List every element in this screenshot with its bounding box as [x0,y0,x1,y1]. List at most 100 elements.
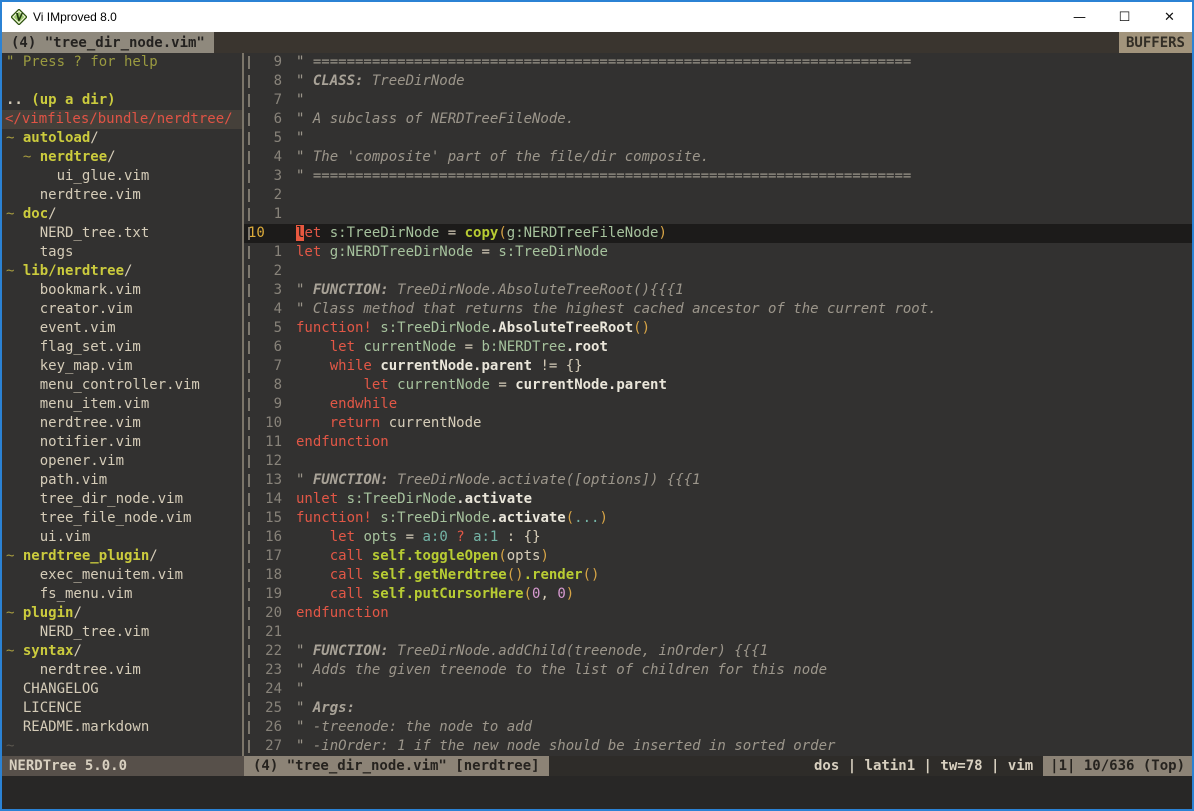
editor-pane: 9" =====================================… [244,53,1192,756]
code-line[interactable]: 5function! s:TreeDirNode.AbsoluteTreeRoo… [244,319,1192,338]
code-text: let g:NERDTreeDirNode = s:TreeDirNode [282,243,608,262]
tree-item-file[interactable]: notifier.vim [2,433,242,452]
code-line[interactable]: 5" [244,129,1192,148]
tree-item-file[interactable]: ui_glue.vim [2,167,242,186]
fold-column-icon [244,303,256,316]
code-line[interactable]: 10 return currentNode [244,414,1192,433]
code-line[interactable]: 11endfunction [244,433,1192,452]
tree-item-file[interactable]: NERD_tree.txt [2,224,242,243]
tree-item-file[interactable]: nerdtree.vim [2,661,242,680]
line-number: 1 [256,243,282,262]
code-line[interactable]: 8 let currentNode = currentNode.parent [244,376,1192,395]
code-line[interactable]: 24" [244,680,1192,699]
close-button[interactable]: ✕ [1147,2,1192,32]
tree-item-dir[interactable]: ~ nerdtree/ [2,148,242,167]
code-line-current[interactable]: 10let s:TreeDirNode = copy(g:NERDTreeFil… [244,224,1192,243]
tree-item-file[interactable]: nerdtree.vim [2,414,242,433]
tree-item-dir[interactable]: ~ nerdtree_plugin/ [2,547,242,566]
code-line[interactable]: 26" -treenode: the node to add [244,718,1192,737]
code-line[interactable]: 12 [244,452,1192,471]
tree-item-file[interactable]: opener.vim [2,452,242,471]
tree-item-file[interactable]: CHANGELOG [2,680,242,699]
code-line[interactable]: 9" =====================================… [244,53,1192,72]
code-line[interactable]: 4" The 'composite' part of the file/dir … [244,148,1192,167]
tree-up-a-dir[interactable]: .. (up a dir) [2,91,242,110]
tree-root-path[interactable]: </vimfiles/bundle/nerdtree/ [2,110,242,129]
tree-item-file[interactable]: creator.vim [2,300,242,319]
code-line[interactable]: 6 let currentNode = b:NERDTree.root [244,338,1192,357]
dir-open-tilde-icon: ~ [6,149,40,165]
code-line[interactable]: 18 call self.getNerdtree().render() [244,566,1192,585]
code-line[interactable]: 20endfunction [244,604,1192,623]
tree-item-file[interactable]: NERD_tree.vim [2,623,242,642]
code-text: let opts = a:0 ? a:1 : {} [282,528,541,547]
dir-open-tilde-icon: ~ [6,263,23,279]
line-number: 20 [256,604,282,623]
code-line[interactable]: 7" [244,91,1192,110]
fold-column-icon [244,94,256,107]
tree-item-file[interactable]: ui.vim [2,528,242,547]
maximize-button[interactable]: ☐ [1102,2,1147,32]
fold-column-icon [244,284,256,297]
line-number: 18 [256,566,282,585]
line-number: 7 [256,357,282,376]
tree-item-dir[interactable]: ~ syntax/ [2,642,242,661]
code-line[interactable]: 1let g:NERDTreeDirNode = s:TreeDirNode [244,243,1192,262]
tree-item-dir[interactable]: ~ lib/nerdtree/ [2,262,242,281]
code-line[interactable]: 23" Adds the given treenode to the list … [244,661,1192,680]
tree-item-file[interactable]: menu_item.vim [2,395,242,414]
tree-item-file[interactable]: fs_menu.vim [2,585,242,604]
fold-column-icon [244,493,256,506]
code-line[interactable]: 16 let opts = a:0 ? a:1 : {} [244,528,1192,547]
buffers-label: BUFFERS [1119,32,1192,53]
code-line[interactable]: 19 call self.putCursorHere(0, 0) [244,585,1192,604]
code-line[interactable]: 7 while currentNode.parent != {} [244,357,1192,376]
tree-item-file[interactable]: exec_menuitem.vim [2,566,242,585]
tree-item-file[interactable]: README.markdown [2,718,242,737]
dir-name: nerdtree_plugin [23,548,149,564]
status-bar: NERDTree 5.0.0 (4) "tree_dir_node.vim" [… [2,756,1192,776]
tree-item-file[interactable]: tags [2,243,242,262]
code-line[interactable]: 22" FUNCTION: TreeDirNode.addChild(treen… [244,642,1192,661]
code-line[interactable]: 3" =====================================… [244,167,1192,186]
code-line[interactable]: 6" A subclass of NERDTreeFileNode. [244,110,1192,129]
code-line[interactable]: 13" FUNCTION: TreeDirNode.activate([opti… [244,471,1192,490]
tree-item-dir[interactable]: ~ plugin/ [2,604,242,623]
tree-item-file[interactable]: tree_dir_node.vim [2,490,242,509]
fold-column-icon [244,341,256,354]
code-line[interactable]: 2 [244,262,1192,281]
code-line[interactable]: 14unlet s:TreeDirNode.activate [244,490,1192,509]
code-text: " FUNCTION: TreeDirNode.addChild(treenod… [282,642,768,661]
code-line[interactable]: 8" CLASS: TreeDirNode [244,72,1192,91]
tree-item-dir[interactable]: ~ autoload/ [2,129,242,148]
code-line[interactable]: 4" Class method that returns the highest… [244,300,1192,319]
code-line[interactable]: 9 endwhile [244,395,1192,414]
tree-item-file[interactable]: menu_controller.vim [2,376,242,395]
fold-column-icon [244,170,256,183]
statusline-fileinfo: dos | latin1 | tw=78 | vim [814,756,1033,776]
tree-item-file[interactable]: tree_file_node.vim [2,509,242,528]
code-line[interactable]: 21 [244,623,1192,642]
code-line[interactable]: 3" FUNCTION: TreeDirNode.AbsoluteTreeRoo… [244,281,1192,300]
code-text: call self.getNerdtree().render() [282,566,599,585]
tree-item-file[interactable]: bookmark.vim [2,281,242,300]
code-line[interactable]: 2 [244,186,1192,205]
tab-active-buffer[interactable]: (4) "tree_dir_node.vim" [2,32,214,53]
tree-item-file[interactable]: path.vim [2,471,242,490]
tree-item-file[interactable]: flag_set.vim [2,338,242,357]
code-line[interactable]: 25" Args: [244,699,1192,718]
code-line[interactable]: 15function! s:TreeDirNode.activate(...) [244,509,1192,528]
code-line[interactable]: 27" -inOrder: 1 if the new node should b… [244,737,1192,756]
tree-item-file[interactable]: LICENCE [2,699,242,718]
code-line[interactable]: 17 call self.toggleOpen(opts) [244,547,1192,566]
code-text: " FUNCTION: TreeDirNode.activate([option… [282,471,701,490]
line-number: 7 [256,91,282,110]
tree-item-dir[interactable]: ~ doc/ [2,205,242,224]
tree-item-file[interactable]: event.vim [2,319,242,338]
command-line[interactable] [2,776,1192,809]
tree-item-file[interactable]: key_map.vim [2,357,242,376]
code-line[interactable]: 1 [244,205,1192,224]
code-text: endfunction [282,604,389,623]
minimize-button[interactable]: — [1057,2,1102,32]
tree-item-file[interactable]: nerdtree.vim [2,186,242,205]
